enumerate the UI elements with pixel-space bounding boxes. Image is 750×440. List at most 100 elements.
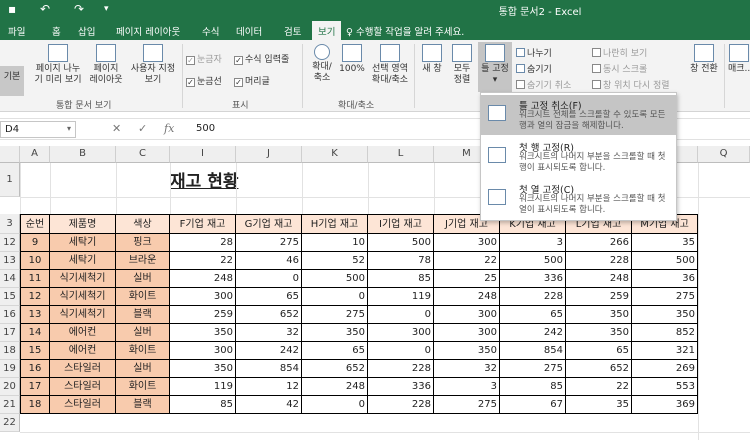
enter-icon[interactable]: ✓	[138, 122, 147, 135]
table-cell[interactable]: 스타일러	[50, 360, 116, 378]
column-title-cell[interactable]: G기업 재고	[236, 214, 302, 234]
name-box[interactable]: D4 ▾	[0, 121, 76, 138]
table-cell[interactable]: 18	[20, 396, 50, 414]
ruler-checkbox[interactable]: ✓ 눈금자	[186, 52, 222, 65]
table-cell[interactable]: 350	[566, 324, 632, 342]
table-cell[interactable]: 세탁기	[50, 252, 116, 270]
table-cell[interactable]: 12	[236, 378, 302, 396]
table-cell[interactable]: 259	[566, 288, 632, 306]
row-header[interactable]: 12	[0, 234, 20, 252]
table-cell[interactable]: 78	[368, 252, 434, 270]
table-cell[interactable]: 228	[566, 252, 632, 270]
table-cell[interactable]: 32	[434, 360, 500, 378]
table-cell[interactable]: 블랙	[116, 396, 170, 414]
column-title-cell[interactable]: F기업 재고	[170, 214, 236, 234]
tab-insert[interactable]: 삽입	[78, 24, 95, 38]
table-cell[interactable]: 화이트	[116, 288, 170, 306]
table-cell[interactable]: 실버	[116, 324, 170, 342]
unhide-button[interactable]: 숨기기 취소	[516, 78, 571, 91]
table-cell[interactable]: 식기세척기	[50, 270, 116, 288]
menu-item-freeze-top-row[interactable]: 첫 행 고정(R) 워크시트의 나머지 부분을 스크롤할 때 첫 행이 표시되도…	[481, 137, 676, 177]
menu-item-freeze-first-column[interactable]: 첫 열 고정(C) 워크시트의 나머지 부분을 스크롤할 때 첫 열이 표시되도…	[481, 179, 676, 219]
row-header[interactable]: 18	[0, 342, 20, 360]
column-title-cell[interactable]: 색상	[116, 214, 170, 234]
table-cell[interactable]: 세탁기	[50, 234, 116, 252]
table-cell[interactable]: 228	[368, 360, 434, 378]
split-button[interactable]: 나누기	[516, 46, 552, 59]
formula-bar-checkbox[interactable]: ✓ 수식 입력줄	[234, 52, 289, 65]
row-header[interactable]: 1	[0, 163, 20, 197]
table-cell[interactable]: 25	[434, 270, 500, 288]
table-cell[interactable]: 52	[302, 252, 368, 270]
row-header[interactable]: 13	[0, 252, 20, 270]
column-header[interactable]: C	[116, 146, 170, 163]
table-cell[interactable]: 350	[302, 324, 368, 342]
column-title-cell[interactable]: I기업 재고	[368, 214, 434, 234]
column-header[interactable]: J	[236, 146, 302, 163]
table-cell[interactable]: 300	[434, 306, 500, 324]
menu-item-unfreeze[interactable]: 틀 고정 취소(F) 워크시트 전체를 스크롤할 수 있도록 모든 행과 열의 …	[481, 95, 676, 135]
table-cell[interactable]: 300	[170, 342, 236, 360]
table-cell[interactable]: 11	[20, 270, 50, 288]
zoom-button[interactable]: 확대/ 축소	[306, 44, 338, 84]
table-cell[interactable]: 화이트	[116, 378, 170, 396]
table-cell[interactable]: 321	[632, 342, 698, 360]
table-cell[interactable]: 300	[170, 288, 236, 306]
table-cell[interactable]: 0	[302, 288, 368, 306]
table-cell[interactable]: 275	[302, 306, 368, 324]
table-cell[interactable]: 0	[236, 270, 302, 288]
table-cell[interactable]: 248	[434, 288, 500, 306]
cancel-icon[interactable]: ✕	[112, 122, 121, 135]
column-header[interactable]: I	[170, 146, 236, 163]
table-cell[interactable]: 22	[566, 378, 632, 396]
view-side-by-side-button[interactable]: 나란히 보기	[592, 46, 647, 59]
tab-data[interactable]: 데이터	[236, 24, 262, 38]
table-cell[interactable]: 3	[500, 234, 566, 252]
table-cell[interactable]: 22	[434, 252, 500, 270]
table-cell[interactable]: 실버	[116, 270, 170, 288]
tab-formulas[interactable]: 수식	[202, 24, 219, 38]
table-cell[interactable]: 854	[500, 342, 566, 360]
select-all-corner[interactable]	[0, 146, 20, 163]
arrange-all-button[interactable]: 모두 정렬	[448, 44, 476, 86]
table-cell[interactable]: 46	[236, 252, 302, 270]
table-cell[interactable]: 248	[566, 270, 632, 288]
table-cell[interactable]: 67	[500, 396, 566, 414]
table-cell[interactable]: 119	[170, 378, 236, 396]
table-cell[interactable]: 500	[368, 234, 434, 252]
row-header[interactable]: 22	[0, 414, 20, 432]
tab-file[interactable]: 파일	[8, 24, 25, 38]
table-cell[interactable]: 300	[368, 324, 434, 342]
table-cell[interactable]: 553	[632, 378, 698, 396]
table-cell[interactable]: 에어컨	[50, 324, 116, 342]
switch-windows-button[interactable]: 창 전환	[688, 44, 720, 75]
table-cell[interactable]: 12	[20, 288, 50, 306]
hide-button[interactable]: 숨기기	[516, 62, 552, 75]
table-cell[interactable]: 259	[170, 306, 236, 324]
tab-review[interactable]: 검토	[284, 24, 301, 38]
row-header[interactable]: 21	[0, 396, 20, 414]
table-cell[interactable]: 28	[170, 234, 236, 252]
column-header[interactable]: B	[50, 146, 116, 163]
table-cell[interactable]: 85	[500, 378, 566, 396]
table-cell[interactable]: 42	[236, 396, 302, 414]
table-cell[interactable]: 식기세척기	[50, 306, 116, 324]
row-header[interactable]: 14	[0, 270, 20, 288]
table-cell[interactable]: 36	[632, 270, 698, 288]
table-cell[interactable]: 248	[170, 270, 236, 288]
table-cell[interactable]: 35	[566, 396, 632, 414]
table-cell[interactable]: 369	[632, 396, 698, 414]
table-cell[interactable]: 336	[368, 378, 434, 396]
row-header[interactable]: 3	[0, 214, 20, 234]
table-cell[interactable]: 블랙	[116, 306, 170, 324]
freeze-panes-button[interactable]: 틀 고정 ▾	[478, 42, 512, 92]
table-cell[interactable]: 266	[566, 234, 632, 252]
table-cell[interactable]: 275	[434, 396, 500, 414]
table-cell[interactable]: 3	[434, 378, 500, 396]
table-cell[interactable]: 35	[632, 234, 698, 252]
formula-input[interactable]: 500	[196, 123, 215, 134]
table-cell[interactable]: 브라운	[116, 252, 170, 270]
table-cell[interactable]: 275	[500, 360, 566, 378]
macros-button[interactable]: 매크...	[728, 44, 750, 75]
table-cell[interactable]: 275	[632, 288, 698, 306]
